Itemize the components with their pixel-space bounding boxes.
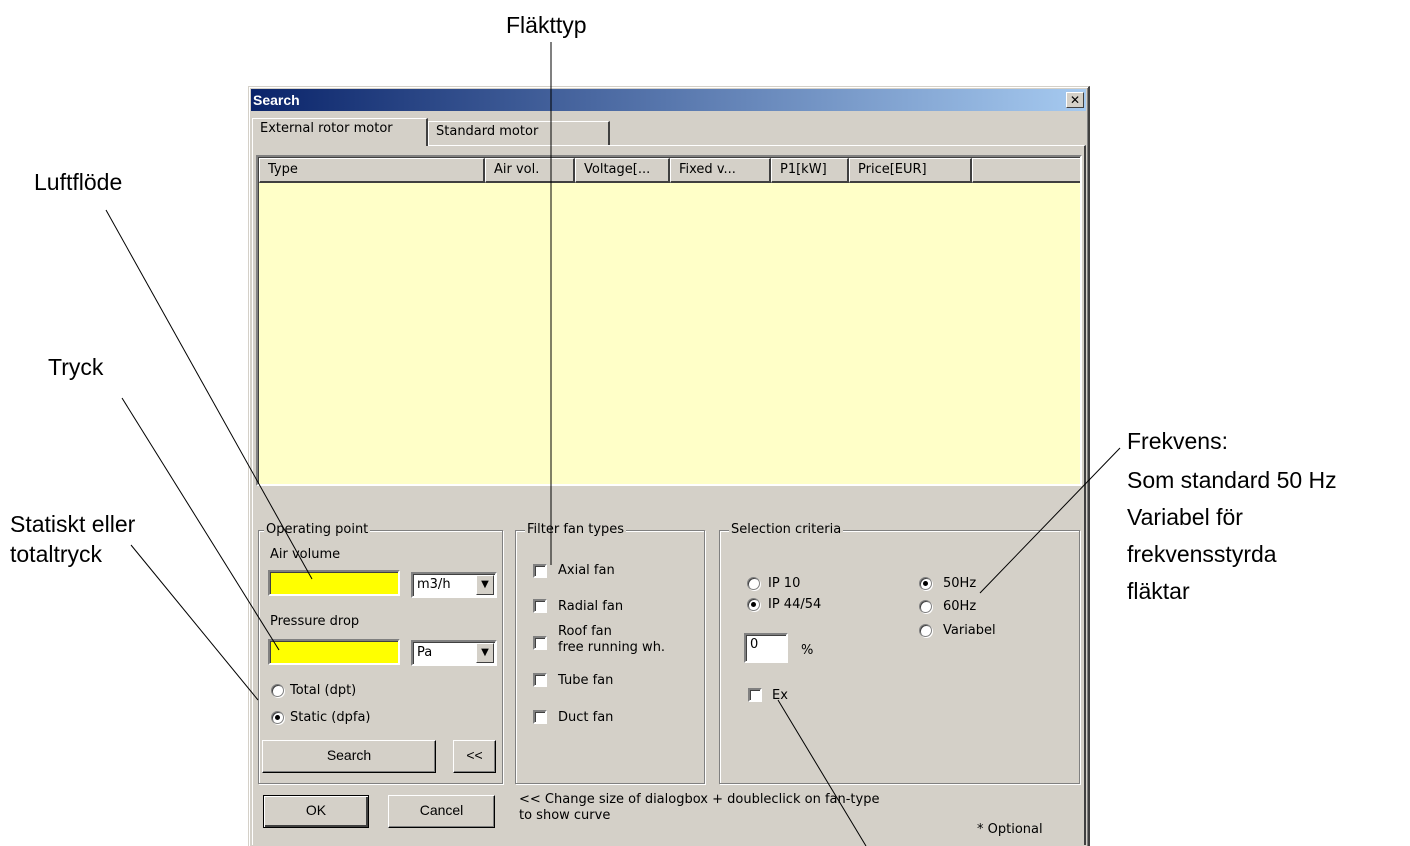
collapse-button[interactable]: << — [453, 740, 496, 773]
annotation-pressure: Tryck — [48, 354, 104, 380]
hz50-label: 50Hz — [943, 576, 977, 591]
hz60-label: 60Hz — [943, 599, 977, 614]
dialog-titlebar[interactable]: Search ✕ — [251, 89, 1086, 111]
selection-criteria-legend: Selection criteria — [729, 522, 844, 538]
ok-button[interactable]: OK — [263, 795, 369, 828]
roof-fan-checkbox[interactable] — [533, 636, 547, 650]
air-volume-input[interactable] — [268, 570, 400, 596]
radial-fan-label: Radial fan — [558, 599, 624, 614]
hz60-radio[interactable] — [919, 600, 932, 613]
filter-fan-types-legend: Filter fan types — [525, 522, 627, 538]
annotation-frequency-line1: Frekvens: — [1127, 428, 1228, 454]
pressure-drop-input[interactable] — [268, 639, 400, 665]
air-volume-unit-value: m3/h — [417, 577, 451, 592]
chevron-down-icon[interactable]: ▼ — [476, 643, 494, 663]
annotation-static-or-total-line2: totaltryck — [10, 541, 103, 567]
roof-fan-label-line1: Roof fan — [558, 624, 612, 639]
ip10-radio[interactable] — [747, 577, 760, 590]
tube-fan-checkbox[interactable] — [533, 673, 547, 687]
column-header-voltage[interactable]: Voltage[... — [575, 158, 670, 183]
annotation-air-flow: Luftflöde — [34, 169, 123, 195]
annotation-fan-type: Fläkttyp — [506, 12, 587, 38]
column-header-p1[interactable]: P1[kW] — [771, 158, 849, 183]
close-icon[interactable]: ✕ — [1066, 92, 1084, 108]
air-volume-label: Air volume — [270, 547, 341, 562]
tube-fan-label: Tube fan — [558, 673, 614, 688]
axial-fan-checkbox[interactable] — [533, 564, 547, 578]
duct-fan-label: Duct fan — [558, 710, 614, 725]
ip44-label: IP 44/54 — [768, 597, 822, 612]
variabel-radio[interactable] — [919, 624, 932, 637]
operating-point-legend: Operating point — [264, 522, 371, 538]
dialog-title: Search — [253, 92, 300, 108]
tab-standard-motor[interactable]: Standard motor — [428, 121, 610, 145]
column-header-fixed-v[interactable]: Fixed v... — [670, 158, 771, 183]
search-button[interactable]: Search — [262, 740, 436, 773]
hz50-radio[interactable] — [919, 577, 932, 590]
total-pressure-radio[interactable] — [271, 684, 284, 697]
chevron-down-icon[interactable]: ▼ — [476, 575, 494, 595]
ex-label: Ex — [772, 688, 788, 703]
percent-input[interactable]: 0 — [744, 633, 788, 663]
static-pressure-label: Static (dpfa) — [290, 710, 371, 725]
duct-fan-checkbox[interactable] — [533, 710, 547, 724]
roof-fan-label-line2: free running wh. — [558, 640, 666, 655]
column-header-type[interactable]: Type — [259, 158, 485, 183]
column-header-air-vol[interactable]: Air vol. — [485, 158, 575, 183]
total-pressure-label: Total (dpt) — [290, 683, 357, 698]
column-header-price[interactable]: Price[EUR] — [849, 158, 972, 183]
static-pressure-radio[interactable] — [271, 711, 284, 724]
column-header-empty[interactable] — [972, 158, 1080, 183]
ip44-radio[interactable] — [747, 598, 760, 611]
variabel-label: Variabel — [943, 623, 996, 638]
pressure-drop-label: Pressure drop — [270, 614, 360, 629]
ip10-label: IP 10 — [768, 576, 801, 591]
annotation-frequency-line3: Variabel för — [1127, 504, 1243, 530]
air-volume-unit-select[interactable]: m3/h ▼ — [411, 572, 497, 598]
axial-fan-label: Axial fan — [558, 563, 615, 578]
hint-line2: to show curve — [519, 808, 611, 823]
results-table[interactable]: Type Air vol. Voltage[... Fixed v... P1[… — [256, 155, 1082, 486]
pressure-drop-unit-value: Pa — [417, 645, 433, 660]
cancel-button[interactable]: Cancel — [388, 795, 495, 828]
optional-note: * Optional — [977, 822, 1043, 837]
percent-sign: % — [801, 643, 814, 658]
annotation-frequency-line5: fläktar — [1127, 578, 1190, 604]
pressure-drop-unit-select[interactable]: Pa ▼ — [411, 640, 497, 666]
leader-line-static-total — [130, 544, 259, 701]
table-header: Type Air vol. Voltage[... Fixed v... P1[… — [259, 158, 1080, 183]
annotation-static-or-total-line1: Statiskt eller — [10, 511, 136, 537]
hint-line1: << Change size of dialogbox + doubleclic… — [519, 792, 880, 807]
annotation-frequency-line2: Som standard 50 Hz — [1127, 467, 1337, 493]
ex-checkbox[interactable] — [748, 688, 762, 702]
annotation-frequency-line4: frekvensstyrda — [1127, 541, 1277, 567]
tab-external-rotor-motor[interactable]: External rotor motor — [252, 118, 428, 146]
radial-fan-checkbox[interactable] — [533, 599, 547, 613]
